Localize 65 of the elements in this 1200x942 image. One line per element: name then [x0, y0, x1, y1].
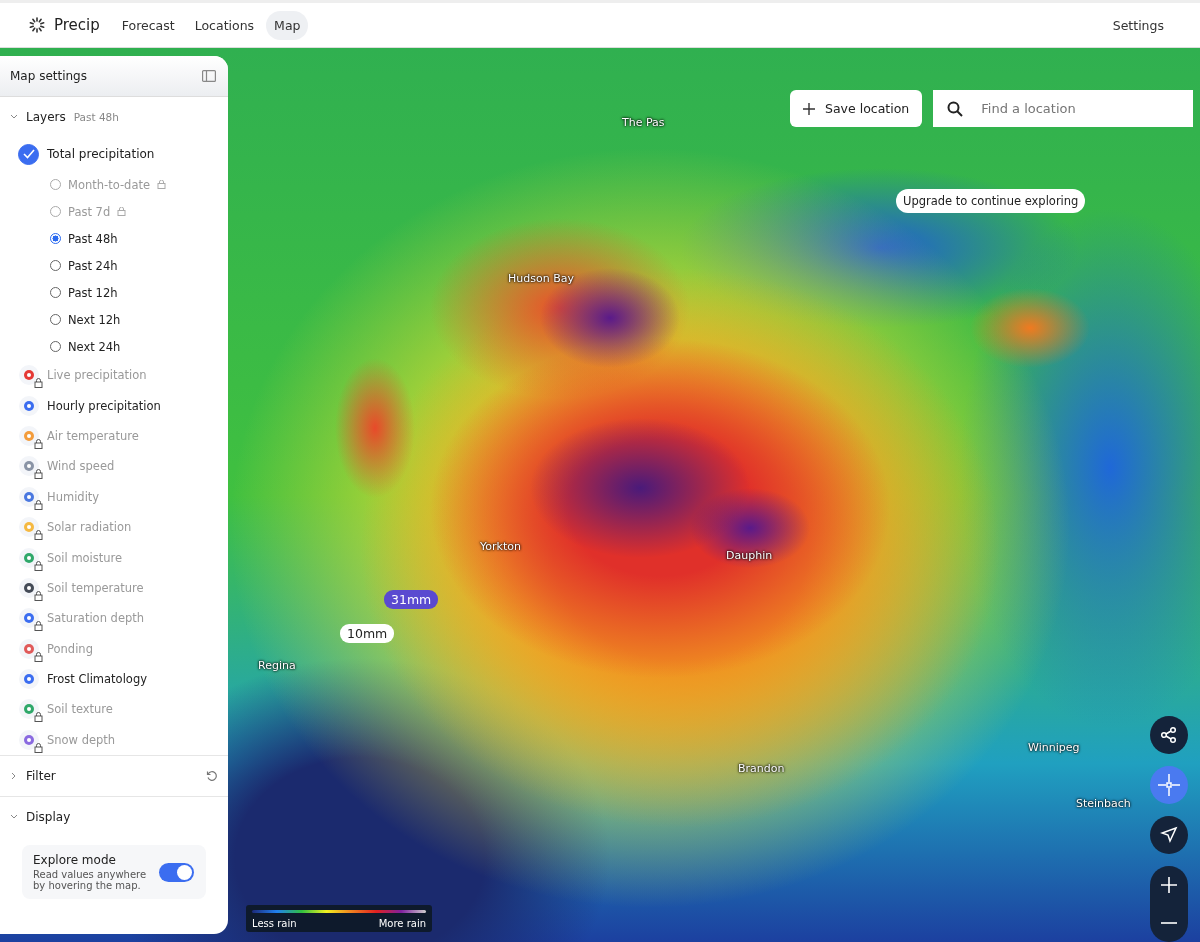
lock-icon	[34, 742, 43, 753]
lock-icon	[34, 651, 43, 662]
lock-icon	[34, 530, 43, 541]
lock-icon	[157, 180, 167, 189]
lock-icon	[117, 207, 127, 216]
city-label: The Pas	[622, 116, 665, 129]
value-tag: 31mm	[384, 590, 439, 609]
display-section-header[interactable]: Display	[0, 796, 228, 838]
layer-item[interactable]: Hourly precipitation	[0, 390, 228, 421]
nav-link[interactable]: Forecast	[113, 10, 183, 40]
pointer-button[interactable]	[1150, 816, 1188, 854]
time-range-option[interactable]: Past 48h	[0, 225, 228, 252]
layer-item[interactable]: Frost Climatology	[0, 663, 228, 695]
panel-title: Map settings	[10, 69, 87, 83]
plus-icon	[803, 102, 815, 115]
save-location-button[interactable]: Save location	[790, 90, 923, 127]
lock-icon	[34, 378, 43, 389]
layer-item[interactable]: Total precipitation	[0, 137, 228, 171]
time-range-option[interactable]: Past 12h	[0, 279, 228, 306]
value-tag: 10mm	[340, 624, 395, 643]
filter-section-header[interactable]: Filter	[0, 755, 228, 797]
lock-icon	[34, 560, 43, 571]
city-label: Dauphin	[726, 549, 773, 562]
share-icon	[1160, 726, 1178, 744]
time-range-option[interactable]: Past 24h	[0, 252, 228, 279]
minus-icon	[1161, 922, 1177, 924]
city-label: Brandon	[738, 762, 785, 775]
nav-link[interactable]: Map	[266, 10, 309, 40]
upgrade-button[interactable]: Upgrade to continue exploring	[896, 189, 1086, 213]
city-label: Regina	[258, 659, 296, 672]
reset-icon[interactable]	[206, 770, 218, 783]
layers-section-header[interactable]: Layers Past 48h	[0, 97, 228, 137]
time-range-option[interactable]: Next 24h	[0, 333, 228, 360]
nav-link[interactable]: Locations	[186, 10, 263, 40]
chevron-icon	[10, 114, 18, 120]
lock-icon	[34, 621, 43, 632]
crosshair-button[interactable]	[1150, 766, 1188, 804]
share-button[interactable]	[1150, 716, 1188, 754]
setting-title: Explore mode	[33, 853, 117, 868]
brand-name[interactable]: Precip	[54, 16, 100, 34]
settings-link[interactable]: Settings	[1104, 10, 1172, 40]
crosshair-icon	[1158, 774, 1180, 796]
lock-icon	[34, 590, 43, 601]
search-field[interactable]: Find a location	[933, 90, 1194, 127]
sidebar-toggle-icon[interactable]	[202, 70, 216, 82]
chevron-icon	[10, 814, 18, 821]
setting-description: Read values anywhere by hovering the map.	[33, 869, 148, 892]
city-label: Winnipeg	[1028, 741, 1080, 754]
city-label: Steinbach	[1076, 797, 1131, 810]
lock-icon	[34, 469, 43, 480]
city-label: Hudson Bay	[508, 272, 574, 285]
lock-icon	[34, 712, 43, 723]
lock-icon	[34, 499, 43, 510]
chevron-icon	[11, 772, 17, 781]
radio-button[interactable]	[50, 233, 61, 244]
toggle-switch[interactable]	[159, 862, 194, 882]
time-range-option[interactable]: Next 12h	[0, 306, 228, 333]
legend-label: More rain	[378, 918, 426, 929]
city-label: Yorkton	[480, 540, 521, 553]
lock-icon	[34, 438, 43, 449]
plus-icon	[1161, 877, 1177, 893]
search-icon	[947, 101, 964, 117]
logo-icon	[28, 16, 46, 34]
legend-label: Less rain	[252, 918, 297, 929]
cursor-icon	[1160, 826, 1178, 844]
